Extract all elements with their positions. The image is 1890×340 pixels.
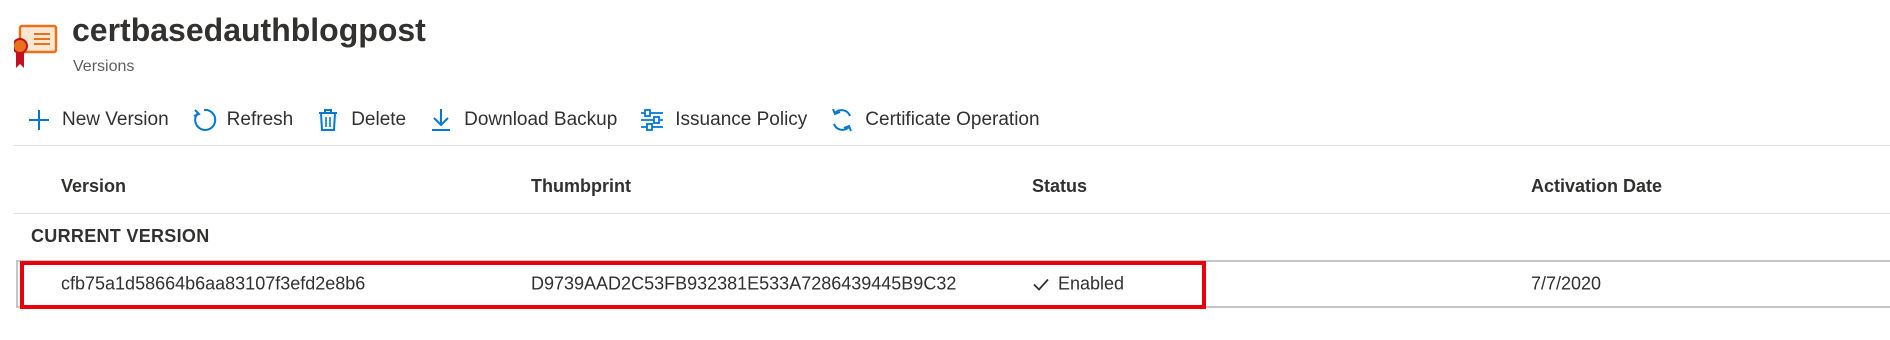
page-title: certbasedauthblogpost	[72, 12, 426, 48]
download-icon	[432, 109, 451, 131]
new-version-label: New Version	[62, 109, 169, 130]
delete-label: Delete	[351, 109, 407, 130]
sync-icon	[832, 108, 853, 132]
column-header-thumbprint[interactable]: Thumbprint	[531, 176, 631, 197]
thumbprint-cell: D9739AAD2C53FB932381E533A7286439445B9C32	[531, 273, 957, 294]
column-header-version[interactable]: Version	[61, 176, 126, 197]
page-subtitle: Versions	[73, 58, 135, 75]
checkmark-icon	[1033, 278, 1049, 291]
column-header-status[interactable]: Status	[1032, 176, 1087, 197]
column-header-activation-date[interactable]: Activation Date	[1531, 176, 1662, 197]
issuance-policy-button[interactable]: Issuance Policy	[627, 102, 817, 138]
delete-button[interactable]: Delete	[303, 102, 416, 138]
activation-date-cell: 7/7/2020	[1531, 273, 1602, 294]
status-label: Enabled	[1058, 273, 1125, 294]
command-bar: New Version Refresh Delete Download Back…	[14, 100, 1050, 140]
header-divider	[14, 213, 1890, 214]
refresh-icon	[193, 108, 216, 131]
sliders-icon	[641, 109, 664, 131]
download-backup-label: Download Backup	[464, 109, 618, 130]
trash-icon	[319, 109, 338, 131]
version-id-cell[interactable]: cfb75a1d58664b6aa83107f3efd2e8b6	[61, 274, 365, 295]
status-cell: Enabled	[1032, 274, 1124, 295]
group-label-current-version: CURRENT VERSION	[31, 226, 210, 246]
download-backup-button[interactable]: Download Backup	[416, 102, 627, 138]
certificate-operation-button[interactable]: Certificate Operation	[817, 102, 1049, 138]
refresh-button[interactable]: Refresh	[179, 102, 304, 138]
toolbar-divider	[14, 145, 1890, 146]
new-version-button[interactable]: New Version	[14, 102, 179, 138]
certificate-icon	[14, 24, 58, 68]
plus-icon	[29, 110, 49, 130]
refresh-label: Refresh	[226, 109, 294, 130]
certificate-operation-label: Certificate Operation	[865, 109, 1040, 130]
issuance-policy-label: Issuance Policy	[675, 109, 808, 130]
